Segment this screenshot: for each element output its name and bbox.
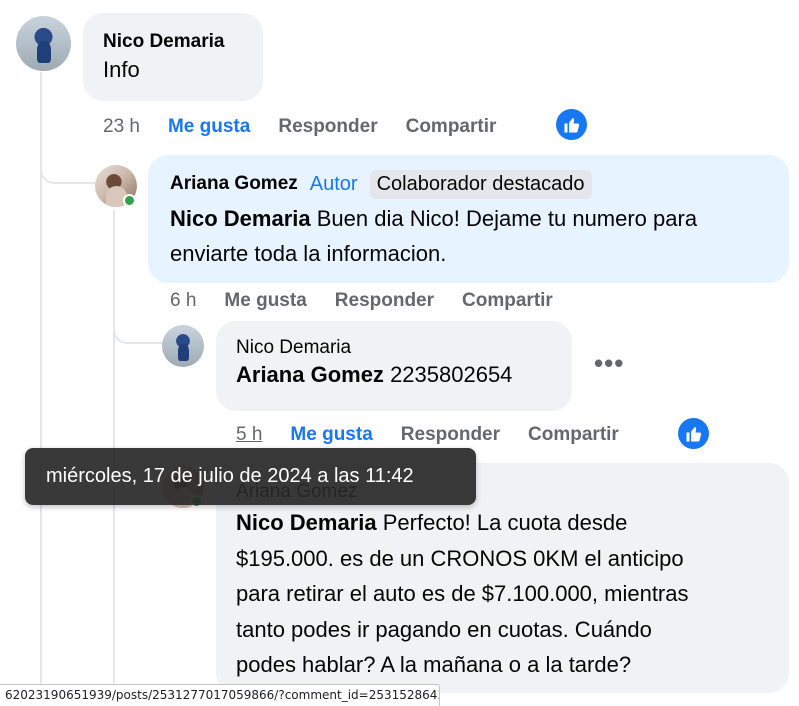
comment-actions-2: 6 h Me gusta Responder Compartir xyxy=(170,290,581,312)
comment-body-line: $195.000. es de un CRONOS 0KM el anticip… xyxy=(236,545,684,571)
avatar-nico-demaria[interactable] xyxy=(16,16,71,71)
comment-author[interactable]: Ariana Gomez xyxy=(170,173,298,195)
online-status-dot xyxy=(123,194,136,207)
thumbs-up-icon[interactable] xyxy=(556,109,587,140)
tooltip-text: miércoles, 17 de julio de 2024 a las 11:… xyxy=(46,465,414,487)
mention-link[interactable]: Ariana Gomez xyxy=(236,362,384,387)
comment-bubble-2: Ariana Gomez Autor Colaborador destacado… xyxy=(148,155,789,283)
reply-button[interactable]: Responder xyxy=(335,290,434,312)
share-button[interactable]: Compartir xyxy=(528,424,619,446)
comment-bubble-3: Nico Demaria Ariana Gomez 2235802654 xyxy=(216,321,572,411)
comment-actions-3: 5 h Me gusta Responder Compartir xyxy=(236,424,647,446)
mention-link[interactable]: Nico Demaria xyxy=(236,510,377,535)
comment-body-line: podes hablar? A la mañana o a la tarde? xyxy=(236,652,632,677)
more-horizontal-icon[interactable]: ••• xyxy=(594,350,624,376)
comment-text: Ariana Gomez 2235802654 xyxy=(236,359,552,391)
author-badge: Autor xyxy=(309,172,358,195)
comment-text: Nico Demaria Buen dia Nico! Dejame tu nu… xyxy=(170,201,770,271)
thread-elbow-reply-1 xyxy=(40,150,96,184)
status-url-text: 62023190651939/posts/2531277017059866/?c… xyxy=(5,688,439,702)
comment-body-line: tanto podes ir pagando en cuotas. Cuándo xyxy=(236,616,652,642)
comment-text: Nico Demaria Perfecto! La cuota desde $1… xyxy=(236,505,769,683)
share-button[interactable]: Compartir xyxy=(462,290,553,312)
comment-author[interactable]: Nico Demaria xyxy=(103,31,243,53)
share-button[interactable]: Compartir xyxy=(406,116,497,138)
comment-body-line: para retirar el auto es de $7.100.000, m… xyxy=(236,581,689,606)
comment-bubble-1: Nico Demaria Info xyxy=(83,13,263,101)
comment-time[interactable]: 5 h xyxy=(236,424,262,446)
role-badge: Colaborador destacado xyxy=(369,169,592,199)
like-button[interactable]: Me gusta xyxy=(224,290,306,312)
reply-button[interactable]: Responder xyxy=(401,424,500,446)
comment-time[interactable]: 6 h xyxy=(170,290,196,312)
like-button[interactable]: Me gusta xyxy=(290,424,372,446)
comment-author[interactable]: Nico Demaria xyxy=(236,337,552,359)
comment-time[interactable]: 23 h xyxy=(103,116,140,138)
comment-actions-1: 23 h Me gusta Responder Compartir xyxy=(103,116,524,138)
comment-body-line: Perfecto! La cuota desde xyxy=(382,510,628,535)
browser-status-url: 62023190651939/posts/2531277017059866/?c… xyxy=(0,684,440,706)
avatar-nico-demaria[interactable] xyxy=(162,325,204,367)
timestamp-tooltip: miércoles, 17 de julio de 2024 a las 11:… xyxy=(25,448,476,505)
like-button[interactable]: Me gusta xyxy=(168,116,250,138)
comment-text: Info xyxy=(103,57,140,82)
thumbs-up-icon[interactable] xyxy=(678,418,709,449)
reply-button[interactable]: Responder xyxy=(278,116,377,138)
thread-elbow-reply-2 xyxy=(113,310,163,344)
mention-link[interactable]: Nico Demaria xyxy=(170,206,311,231)
comment-body: 2235802654 xyxy=(390,362,513,387)
